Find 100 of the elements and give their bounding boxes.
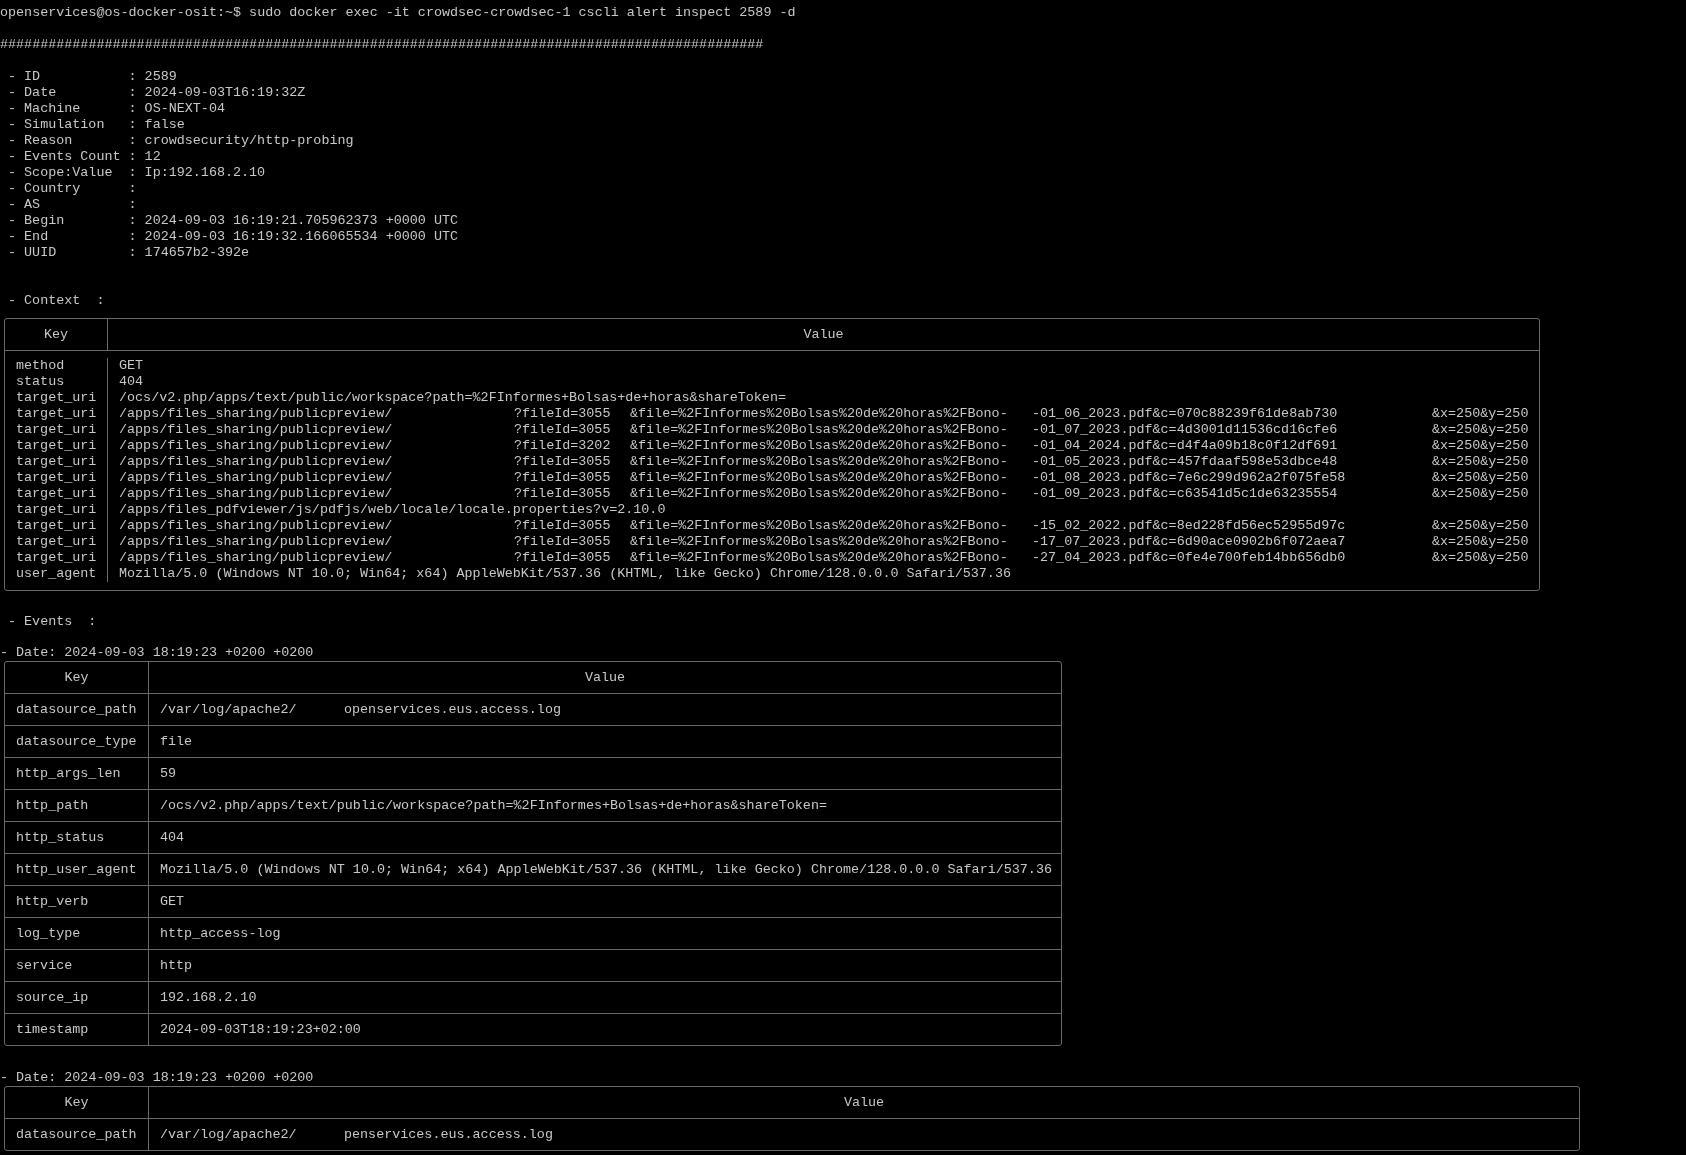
key-text: target_uri [16,534,97,550]
value-part: ?fileId=3055 [514,470,611,485]
value-part: ?fileId=3055 [514,454,611,469]
key-text: method [16,358,65,374]
column-header: Value [843,1094,885,1111]
value-part: penservices.eus.access.log [344,1126,553,1142]
key-text: log_type [16,925,81,942]
value-part: -17_07_2023.pdf&c=6d90ace0902b6f072aea7 [1032,534,1346,549]
value-part: -01_04_2024.pdf&c=d4f4a09b18c0f12df691 [1032,438,1338,453]
value-text: 192.168.2.10 [160,989,257,1006]
value-part: /apps/files_sharing/publicpreview/ [119,550,393,565]
value-part: &file=%2FInformes%20Bolsas%20de%20horas%2FBono- [630,518,1008,533]
alert-field: - ID : 2589 [8,69,177,84]
key-text: timestamp [16,1021,89,1038]
value-part: /var/log/apache2/ [160,701,297,717]
key-text: target_uri [16,550,97,566]
key-text: service [16,957,73,974]
value-text: http_access-log [160,925,281,942]
value-part: ?fileId=3055 [514,422,611,437]
value-part: &file=%2FInformes%20Bolsas%20de%20horas%2FBono- [630,454,1008,469]
value-text: /ocs/v2.php/apps/text/public/workspace?path=%2FInformes+Bolsas+de+horas&shareToken= [160,797,827,814]
value-part: /apps/files_sharing/publicpreview/ [119,534,393,549]
value-part: openservices.eus.access.log [344,701,561,717]
alert-field: - Date : 2024-09-03T16:19:32Z [8,85,306,100]
value-text: GET [119,358,144,374]
value-text: /ocs/v2.php/apps/text/public/workspace?path=%2FInformes+Bolsas+de+horas&shareToken= [119,390,786,406]
value-part: &file=%2FInformes%20Bolsas%20de%20horas%2FBono- [630,406,1008,421]
value-part: &file=%2FInformes%20Bolsas%20de%20horas%2FBono- [630,550,1008,565]
key-text: target_uri [16,438,97,454]
alert-field: - Begin : 2024-09-03 16:19:21.705962373 +0000 UTC [8,213,458,228]
key-text: datasource_path [16,1126,137,1143]
value-part: &x=250&y=250 [1432,550,1529,565]
value-part: &x=250&y=250 [1432,454,1529,469]
value-part: &file=%2FInformes%20Bolsas%20de%20horas%2FBono- [630,422,1008,437]
value-part: /apps/files_sharing/publicpreview/ [119,454,393,469]
value-text: 404 [119,374,144,390]
key-text: http_user_agent [16,861,137,878]
value-part: &x=250&y=250 [1432,534,1529,549]
value-part: -01_05_2023.pdf&c=457fdaaf598e53dbce48 [1032,454,1338,469]
event-date: - Date: 2024-09-03 18:19:23 +0200 +0200 [0,1070,314,1085]
alert-field: - Reason : crowdsecurity/http-probing [8,133,354,148]
value-part: -15_02_2022.pdf&c=8ed228fd56ec52955d97c [1032,518,1346,533]
value-part: &x=250&y=250 [1432,486,1529,501]
value-text: 2024-09-03T18:19:23+02:00 [160,1021,361,1038]
alert-field: - End : 2024-09-03 16:19:32.166065534 +0000 UTC [8,229,458,244]
column-header: Key [64,669,89,686]
key-text: target_uri [16,486,97,502]
separator-line: ############################################################################################### [0,37,764,52]
key-text: target_uri [16,470,97,486]
column-header: Key [43,326,69,343]
value-part: &x=250&y=250 [1432,422,1529,437]
value-text: 59 [160,765,177,782]
value-part: &x=250&y=250 [1432,470,1529,485]
value-text: GET [160,893,185,910]
value-part: -01_06_2023.pdf&c=070c88239f61de8ab730 [1032,406,1338,421]
key-text: status [16,374,65,390]
alert-field: - Simulation : false [8,117,185,132]
value-part: &file=%2FInformes%20Bolsas%20de%20horas%2FBono- [630,438,1008,453]
value-part: &file=%2FInformes%20Bolsas%20de%20horas%2FBono- [630,486,1008,501]
value-part: &x=250&y=250 [1432,438,1529,453]
value-part: -01_07_2023.pdf&c=4d3001d11536cd16cfe6 [1032,422,1338,437]
alert-field: - Machine : OS-NEXT-04 [8,101,225,116]
key-text: target_uri [16,390,97,406]
value-text: Mozilla/5.0 (Windows NT 10.0; Win64; x64) AppleWebKit/537.36 (KHTML, like Gecko) Chrome/128.0.0.0 Safari/537.36 [119,566,1011,582]
key-text: target_uri [16,518,97,534]
value-part: /apps/files_sharing/publicpreview/ [119,422,393,437]
section-heading: - Events : [8,614,97,629]
value-part: &x=250&y=250 [1432,518,1529,533]
column-header: Key [64,1094,89,1111]
value-part: -27_04_2023.pdf&c=0fe4e700feb14bb656db0 [1032,550,1346,565]
value-text: file [160,733,193,750]
key-text: user_agent [16,566,97,582]
key-text: target_uri [16,406,97,422]
value-part: -01_08_2023.pdf&c=7e6c299d962a2f075fe58 [1032,470,1346,485]
column-header: Value [584,669,626,686]
value-part: ?fileId=3055 [514,486,611,501]
key-text: http_verb [16,893,89,910]
value-text: http [160,957,193,974]
value-part: -01_09_2023.pdf&c=c63541d5c1de63235554 [1032,486,1338,501]
key-text: http_args_len [16,765,121,782]
value-part: /apps/files_sharing/publicpreview/ [119,470,393,485]
value-part: ?fileId=3202 [514,438,611,453]
value-part: ?fileId=3055 [514,534,611,549]
section-heading: - Context : [8,293,105,308]
value-part: /apps/files_sharing/publicpreview/ [119,518,393,533]
key-text: datasource_type [16,733,137,750]
key-text: datasource_path [16,701,137,718]
value-part: ?fileId=3055 [514,518,611,533]
key-text: target_uri [16,502,97,518]
value-part: /apps/files_sharing/publicpreview/ [119,406,393,421]
key-text: http_path [16,797,89,814]
value-part: &file=%2FInformes%20Bolsas%20de%20horas%2FBono- [630,534,1008,549]
alert-field: - UUID : 174657b2-392e [8,245,250,260]
value-part: ?fileId=3055 [514,406,611,421]
column-header: Value [803,326,844,343]
event-date: - Date: 2024-09-03 18:19:23 +0200 +0200 [0,645,314,660]
value-part: ?fileId=3055 [514,550,611,565]
alert-field: - AS : [8,197,137,212]
key-text: http_status [16,829,105,846]
key-text: target_uri [16,454,97,470]
